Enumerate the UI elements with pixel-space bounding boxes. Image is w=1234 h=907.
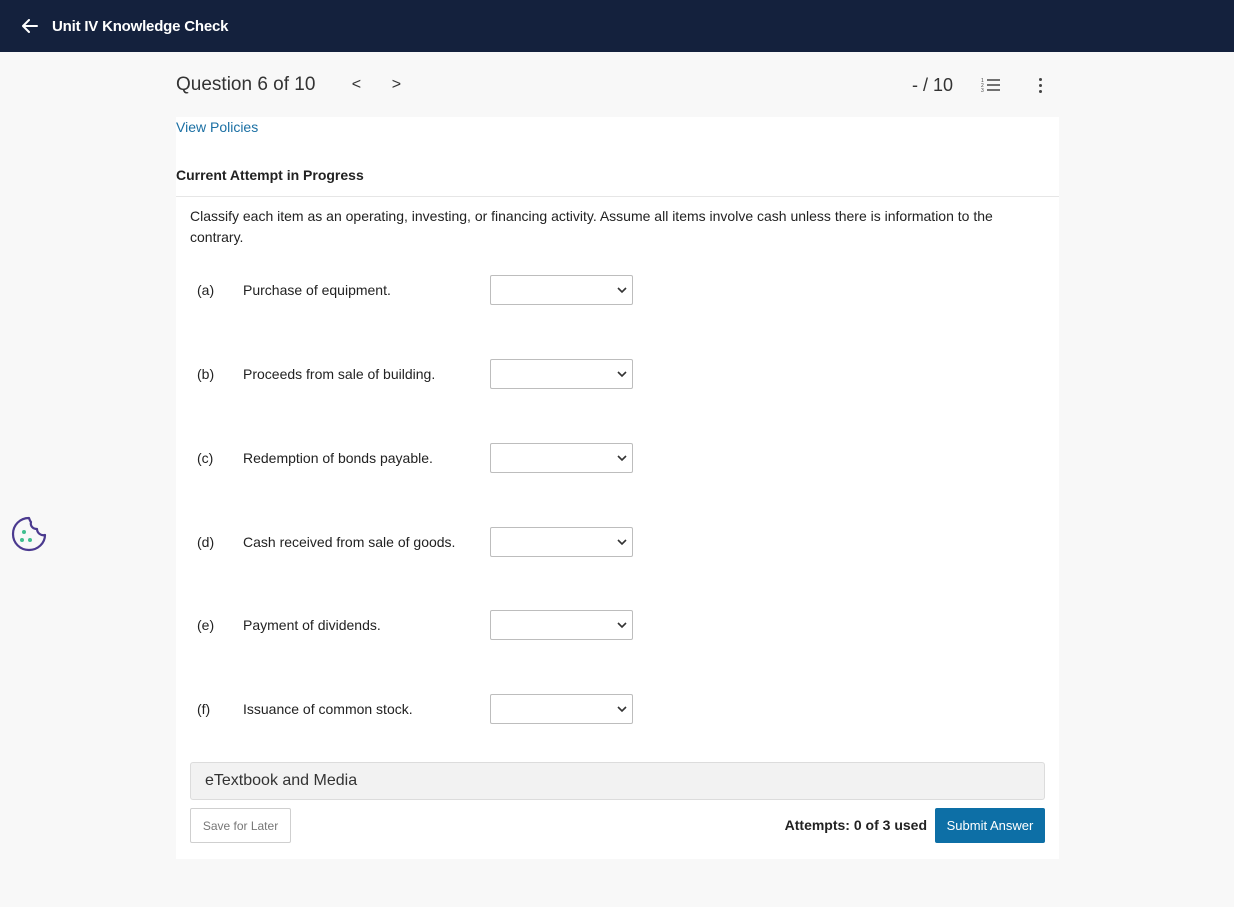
- item-text: Redemption of bonds payable.: [243, 450, 433, 466]
- item-letter: (a): [197, 282, 215, 298]
- item-text: Purchase of equipment.: [243, 282, 391, 298]
- question-item-c: (c) Redemption of bonds payable.: [190, 443, 650, 473]
- top-bar: Unit IV Knowledge Check: [0, 0, 1234, 52]
- question-card: View Policies Current Attempt in Progres…: [176, 117, 1059, 859]
- question-tools: - / 10 1 2 3: [912, 75, 1046, 96]
- attempt-status-heading: Current Attempt in Progress: [176, 167, 364, 183]
- chevron-down-icon: [617, 371, 627, 378]
- chevron-down-icon: [617, 287, 627, 294]
- numbered-list-icon[interactable]: 1 2 3: [981, 77, 1001, 93]
- previous-question-button[interactable]: <: [349, 76, 363, 94]
- chevron-down-icon: [617, 455, 627, 462]
- next-question-button[interactable]: >: [389, 76, 403, 94]
- activity-select-c[interactable]: [490, 443, 633, 473]
- divider: [176, 196, 1059, 197]
- item-letter: (c): [197, 450, 214, 466]
- item-letter: (f): [197, 701, 211, 717]
- submit-answer-button[interactable]: Submit Answer: [935, 808, 1045, 843]
- chevron-down-icon: [617, 706, 627, 713]
- score-display: - / 10: [911, 74, 953, 95]
- page-title: Unit IV Knowledge Check: [52, 17, 229, 35]
- item-text: Issuance of common stock.: [243, 701, 413, 717]
- activity-select-e[interactable]: [490, 610, 633, 640]
- svg-text:3: 3: [981, 88, 984, 93]
- attempts-counter: Attempts: 0 of 3 used: [784, 817, 927, 833]
- activity-select-d[interactable]: [490, 527, 633, 557]
- chevron-down-icon: [617, 539, 627, 546]
- item-letter: (d): [197, 534, 215, 550]
- save-for-later-button[interactable]: Save for Later: [190, 808, 291, 843]
- item-text: Cash received from sale of goods.: [243, 534, 456, 550]
- question-item-f: (f) Issuance of common stock.: [190, 694, 650, 724]
- question-item-d: (d) Cash received from sale of goods.: [190, 527, 650, 557]
- kebab-menu-icon[interactable]: [1035, 76, 1046, 95]
- chevron-down-icon: [617, 622, 627, 629]
- etextbook-media-panel[interactable]: eTextbook and Media: [190, 762, 1045, 800]
- activity-select-b[interactable]: [490, 359, 633, 389]
- arrow-left-icon[interactable]: [22, 19, 38, 33]
- question-item-a: (a) Purchase of equipment.: [190, 275, 650, 305]
- item-text: Payment of dividends.: [243, 617, 381, 633]
- question-prompt: Classify each item as an operating, inve…: [190, 208, 993, 245]
- item-text: Proceeds from sale of building.: [243, 366, 436, 382]
- question-item-b: (b) Proceeds from sale of building.: [190, 359, 650, 389]
- item-letter: (b): [197, 366, 215, 382]
- question-item-e: (e) Payment of dividends.: [190, 610, 650, 640]
- question-navigation: Question 6 of 10 < > - / 10 1 2 3: [176, 70, 1046, 100]
- item-letter: (e): [197, 617, 215, 633]
- activity-select-f[interactable]: [490, 694, 633, 724]
- view-policies-link[interactable]: View Policies: [176, 119, 258, 135]
- question-counter: Question 6 of 10: [176, 74, 316, 95]
- activity-select-a[interactable]: [490, 275, 633, 305]
- cookie-icon[interactable]: [10, 515, 48, 558]
